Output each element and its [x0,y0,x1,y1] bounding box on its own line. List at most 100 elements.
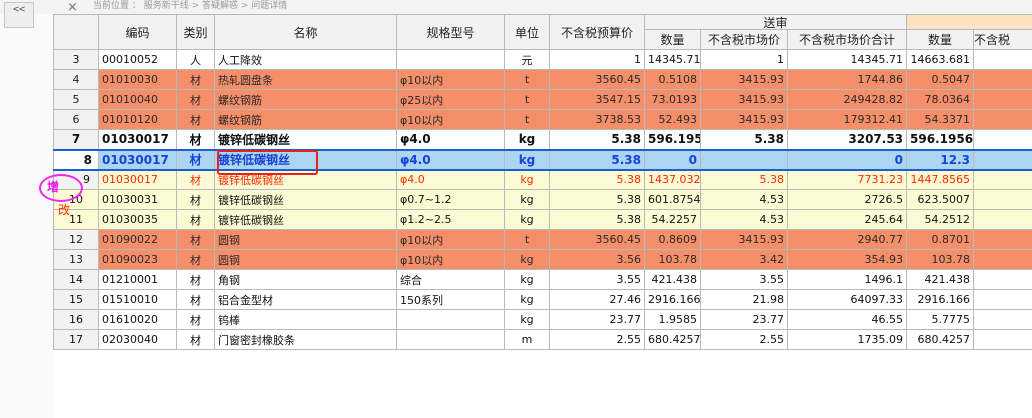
name-cell[interactable]: 镀锌低碳钢丝 [214,189,397,210]
category-cell[interactable]: 材 [176,329,215,350]
unit-cell[interactable]: kg [504,309,550,330]
budget-price-cell[interactable]: 1 [549,49,645,70]
unit-cell[interactable]: t [504,109,550,130]
unit-cell[interactable]: t [504,69,550,90]
header-spec[interactable]: 规格型号 [396,14,505,50]
next-cell[interactable] [973,329,1032,350]
quantity-2-cell[interactable]: 0.8701 [906,229,975,250]
code-cell[interactable]: 00010052 [98,49,177,70]
market-total-cell[interactable]: 249428.82 [786,89,908,110]
table-row[interactable]: 15 01510010 材铝合金型材 150系列 kg 27.46 2916.166 21.9… [53,289,1032,310]
quantity-cell[interactable]: 73.0193 [644,89,701,110]
code-cell[interactable]: 01010040 [98,89,177,110]
name-cell[interactable]: 角钢 [214,269,397,290]
market-price-cell[interactable]: 2.55 [700,329,788,350]
next-cell[interactable] [973,249,1032,270]
next-cell[interactable] [973,49,1032,70]
market-total-cell[interactable]: 7731.23 [786,169,908,190]
budget-price-cell[interactable]: 5.38 [549,169,645,190]
budget-price-cell[interactable]: 3.56 [549,249,645,270]
market-total-cell[interactable]: 2940.77 [786,229,908,250]
name-cell[interactable]: 人工降效 [214,49,397,70]
header-unit[interactable]: 单位 [504,14,550,50]
code-cell[interactable]: 01510010 [98,289,177,310]
budget-price-cell[interactable]: 5.38 [549,129,645,150]
next-cell[interactable] [973,189,1032,210]
quantity-2-cell[interactable]: 1447.8565 [906,169,975,190]
name-cell[interactable]: 钨棒 [214,309,397,330]
quantity-cell[interactable]: 54.2257 [644,209,701,230]
quantity-2-cell[interactable]: 2916.166 [906,289,975,310]
budget-price-cell[interactable]: 23.77 [549,309,645,330]
next-cell[interactable] [973,89,1032,110]
name-cell[interactable]: 螺纹钢筋 [214,109,397,130]
spec-cell[interactable] [396,49,505,70]
name-cell[interactable]: 热轧圆盘条 [214,69,397,90]
code-cell[interactable]: 01090023 [98,249,177,270]
market-total-cell[interactable]: 64097.33 [786,289,908,310]
code-cell[interactable]: 01010120 [98,109,177,130]
name-cell[interactable]: 铝合金型材 [214,289,397,310]
unit-cell[interactable]: t [504,89,550,110]
header-name[interactable]: 名称 [214,14,397,50]
market-total-cell[interactable]: 46.55 [786,309,908,330]
header-quantity-2[interactable]: 数量 [906,29,975,50]
name-cell[interactable]: 镀锌低碳钢丝 [214,129,397,150]
quantity-2-cell[interactable]: 103.78 [906,249,975,270]
category-cell[interactable]: 材 [176,129,215,150]
row-index[interactable]: 8 [53,148,99,171]
next-cell[interactable] [973,309,1032,330]
market-price-cell[interactable]: 3415.93 [700,229,788,250]
spec-cell[interactable]: φ10以内 [396,109,505,130]
category-cell[interactable]: 材 [176,109,215,130]
name-cell[interactable]: 镀锌低碳钢丝 [214,148,397,171]
quantity-cell[interactable]: 52.493 [644,109,701,130]
market-price-cell[interactable]: 3.42 [700,249,788,270]
quantity-cell[interactable]: 2916.166 [644,289,701,310]
collapse-panel-button[interactable]: << [4,2,34,28]
next-cell[interactable] [973,269,1032,290]
code-cell[interactable]: 01610020 [98,309,177,330]
budget-price-cell[interactable]: 27.46 [549,289,645,310]
market-total-cell[interactable]: 3207.53 [786,129,908,150]
budget-price-cell[interactable]: 3547.15 [549,89,645,110]
quantity-cell[interactable]: 0.5108 [644,69,701,90]
next-cell[interactable] [973,209,1032,230]
budget-price-cell[interactable]: 5.38 [549,189,645,210]
table-row[interactable]: 10 01030031 材镀锌低碳钢丝 φ0.7~1.2 kg 5.38 601.8754 4… [53,189,1032,210]
spec-cell[interactable]: φ4.0 [396,148,505,171]
header-budget-price[interactable]: 不含税预算价 [549,14,645,50]
category-cell[interactable]: 材 [176,249,215,270]
quantity-cell[interactable]: 103.78 [644,249,701,270]
unit-cell[interactable]: kg [504,289,550,310]
spec-cell[interactable]: φ10以内 [396,69,505,90]
table-row[interactable]: 4 01010030 材热轧圆盘条 φ10以内 t 3560.45 0.5108 3415.9… [53,69,1032,90]
spec-cell[interactable]: φ4.0 [396,129,505,150]
spec-cell[interactable] [396,309,505,330]
spec-cell[interactable] [396,329,505,350]
code-cell[interactable]: 01030031 [98,189,177,210]
next-cell[interactable] [973,69,1032,90]
budget-price-cell[interactable]: 3560.45 [549,229,645,250]
budget-price-cell[interactable]: 3738.53 [549,109,645,130]
budget-price-cell[interactable]: 5.38 [549,209,645,230]
row-index[interactable]: 13 [53,249,99,270]
category-cell[interactable]: 材 [176,89,215,110]
budget-price-cell[interactable]: 2.55 [549,329,645,350]
market-total-cell[interactable]: 354.93 [786,249,908,270]
table-row[interactable]: 701030017材镀锌低碳钢丝φ4.0kg5.38596.19565.3832… [53,129,1032,150]
quantity-2-cell[interactable]: 54.3371 [906,109,975,130]
table-row[interactable]: 6 01010120 材螺纹钢筋 φ10以内 t 3738.53 52.493 3415.93… [53,109,1032,130]
name-cell[interactable]: 圆钢 [214,229,397,250]
name-cell[interactable]: 螺纹钢筋 [214,89,397,110]
spec-cell[interactable]: φ10以内 [396,249,505,270]
market-total-cell[interactable]: 14345.71 [786,49,908,70]
quantity-2-cell[interactable]: 78.0364 [906,89,975,110]
code-cell[interactable]: 01090022 [98,229,177,250]
quantity-2-cell[interactable]: 421.438 [906,269,975,290]
quantity-2-cell[interactable]: 623.5007 [906,189,975,210]
spec-cell[interactable]: 150系列 [396,289,505,310]
row-index[interactable]: 3 [53,49,99,70]
market-price-cell[interactable]: 21.98 [700,289,788,310]
budget-price-cell[interactable]: 3.55 [549,269,645,290]
